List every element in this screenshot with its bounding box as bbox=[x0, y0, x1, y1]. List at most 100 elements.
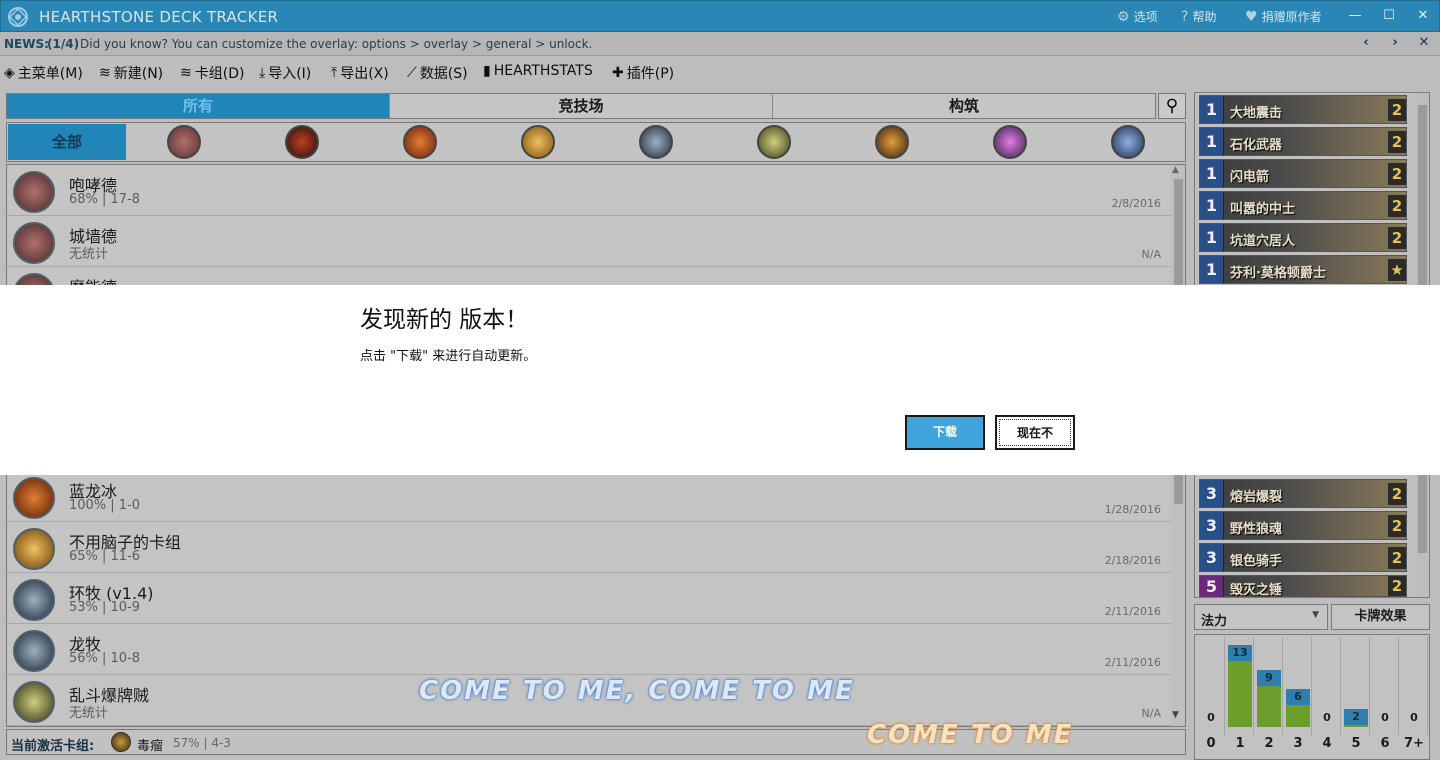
class-druid-icon[interactable] bbox=[167, 125, 201, 159]
menu-export[interactable]: ⤒ 导出(X) bbox=[331, 63, 389, 83]
curve-x-label: 0 bbox=[1206, 736, 1216, 751]
class-filter-all[interactable]: 全部 bbox=[8, 124, 126, 160]
card-row[interactable]: 3 熔岩爆裂 2 bbox=[1199, 479, 1407, 508]
menu-import-label: 导入(I) bbox=[268, 66, 312, 82]
menu-decks[interactable]: ≋ 卡组(D) bbox=[180, 63, 244, 83]
menu-new[interactable]: ≋ 新建(N) bbox=[99, 63, 163, 83]
minimize-button[interactable]: — bbox=[1343, 5, 1367, 27]
dialog-message: 点击 "下载" 来进行自动更新。 bbox=[360, 349, 537, 364]
curve-bar-value: 0 bbox=[1381, 711, 1389, 724]
card-row[interactable]: 1 坑道穴居人 2 bbox=[1199, 223, 1407, 252]
card-count: 2 bbox=[1388, 163, 1406, 185]
title-bar: HEARTHSTONE DECK TRACKER ⚙ 选项 ? 帮助 ♥ 捐赠原… bbox=[0, 0, 1440, 32]
curve-x-label: 7+ bbox=[1404, 736, 1424, 751]
mana-select[interactable]: 法力 ▼ bbox=[1194, 604, 1328, 630]
menu-plugins[interactable]: ✚ 插件(P) bbox=[612, 63, 674, 83]
curve-bar-fill bbox=[1228, 661, 1252, 727]
card-row[interactable]: 1 石化武器 2 bbox=[1199, 127, 1407, 156]
tab-constructed[interactable]: 构筑 bbox=[773, 94, 1155, 118]
bar-chart-icon: ▮ bbox=[483, 63, 491, 79]
curve-bar-value: 6 bbox=[1286, 689, 1310, 705]
news-label: NEWS: bbox=[4, 37, 49, 51]
card-name: 芬利·莫格顿爵士 bbox=[1230, 266, 1326, 281]
news-close-button[interactable]: ✕ bbox=[1414, 35, 1434, 53]
news-next-button[interactable]: › bbox=[1385, 35, 1405, 53]
search-button[interactable]: ⚲ bbox=[1158, 93, 1186, 119]
deck-class-icon bbox=[13, 579, 55, 621]
deck-stat: 100% | 1-0 bbox=[69, 498, 141, 513]
class-warrior-icon[interactable] bbox=[1111, 125, 1145, 159]
active-deck-label: 当前激活卡组: bbox=[11, 739, 95, 754]
curve-bar-value: 13 bbox=[1228, 645, 1252, 661]
maximize-button[interactable]: ☐ bbox=[1377, 5, 1401, 27]
curve-x-label: 6 bbox=[1380, 736, 1390, 751]
deck-date: 2/8/2016 bbox=[1111, 197, 1161, 210]
card-count: 2 bbox=[1388, 483, 1406, 505]
list-item[interactable]: 不用脑子的卡组 65% | 11-6 2/18/2016 bbox=[7, 522, 1171, 573]
help-button[interactable]: ? 帮助 bbox=[1181, 8, 1216, 25]
list-item[interactable]: 城墙德 无统计 N/A bbox=[7, 216, 1171, 267]
card-name: 野性狼魂 bbox=[1230, 522, 1283, 537]
curve-bar-value: 0 bbox=[1410, 711, 1418, 724]
cube-icon: ◈ bbox=[4, 65, 15, 81]
menu-import[interactable]: ⤓ 导入(I) bbox=[259, 63, 311, 83]
scroll-up-icon[interactable]: ▲ bbox=[1172, 165, 1179, 175]
donate-button[interactable]: ♥ 捐赠原作者 bbox=[1245, 8, 1322, 25]
card-row[interactable]: 3 野性狼魂 2 bbox=[1199, 511, 1407, 540]
menu-new-label: 新建(N) bbox=[113, 66, 164, 82]
class-mage-icon[interactable] bbox=[403, 125, 437, 159]
card-row[interactable]: 1 闪电箭 2 bbox=[1199, 159, 1407, 188]
card-cost: 3 bbox=[1200, 512, 1224, 539]
card-name: 大地震击 bbox=[1230, 106, 1283, 121]
download-button[interactable]: 下载 bbox=[905, 415, 985, 450]
card-row[interactable]: 1 大地震击 2 bbox=[1199, 95, 1407, 124]
mana-select-value: 法力 bbox=[1201, 614, 1228, 629]
options-button[interactable]: ⚙ 选项 bbox=[1117, 8, 1158, 25]
tab-all[interactable]: 所有 bbox=[7, 94, 390, 118]
curve-bar-fill bbox=[1257, 686, 1281, 727]
active-deck-stat: 57% | 4-3 bbox=[173, 736, 231, 750]
class-rogue-icon[interactable] bbox=[757, 125, 791, 159]
class-shaman-icon[interactable] bbox=[875, 125, 909, 159]
deck-date: 2/11/2016 bbox=[1104, 605, 1161, 618]
card-row[interactable]: 1 叫嚣的中士 2 bbox=[1199, 191, 1407, 220]
card-effects-button[interactable]: 卡牌效果 bbox=[1331, 604, 1430, 630]
list-item[interactable]: 龙牧 56% | 10-8 2/11/2016 bbox=[7, 624, 1171, 675]
menu-main[interactable]: ◈ 主菜单(M) bbox=[4, 63, 83, 83]
overlay-caption-2: COME TO ME bbox=[867, 720, 1074, 750]
deck-class-icon bbox=[13, 528, 55, 570]
donate-label: 捐赠原作者 bbox=[1261, 10, 1322, 24]
card-name: 毁灭之锤 bbox=[1230, 583, 1283, 598]
card-row[interactable]: 3 银色骑手 2 bbox=[1199, 543, 1407, 572]
card-cost: 1 bbox=[1200, 128, 1224, 155]
close-button[interactable]: ✕ bbox=[1411, 5, 1435, 27]
class-paladin-icon[interactable] bbox=[521, 125, 555, 159]
curve-bar-value: 0 bbox=[1207, 711, 1215, 724]
card-row[interactable]: 5 毁灭之锤 2 bbox=[1199, 575, 1407, 598]
card-row[interactable]: 1 芬利·莫格顿爵士 ★ bbox=[1199, 255, 1407, 284]
class-priest-icon[interactable] bbox=[639, 125, 673, 159]
list-item[interactable]: 环牧 (v1.4) 53% | 10-9 2/11/2016 bbox=[7, 573, 1171, 624]
menu-main-label: 主菜单(M) bbox=[17, 66, 83, 82]
news-prev-button[interactable]: ‹ bbox=[1356, 35, 1376, 53]
card-cost: 5 bbox=[1200, 576, 1224, 597]
deck-stat: 68% | 17-8 bbox=[69, 192, 141, 207]
list-item[interactable]: 蓝龙冰 100% | 1-0 1/28/2016 bbox=[7, 471, 1171, 522]
card-count: 2 bbox=[1388, 227, 1406, 249]
deck-stat: 无统计 bbox=[69, 247, 109, 262]
scroll-down-icon[interactable]: ▼ bbox=[1172, 710, 1179, 720]
deck-date: 2/18/2016 bbox=[1104, 554, 1161, 567]
not-now-button[interactable]: 现在不 bbox=[995, 415, 1075, 450]
menu-stats[interactable]: ⟋ 数据(S) bbox=[407, 63, 468, 83]
tab-arena[interactable]: 竞技场 bbox=[390, 94, 773, 118]
curve-x-label: 5 bbox=[1351, 736, 1361, 751]
app-logo-icon bbox=[8, 7, 28, 27]
class-warlock-icon[interactable] bbox=[993, 125, 1027, 159]
list-item[interactable]: 咆哮德 68% | 17-8 2/8/2016 bbox=[7, 165, 1171, 216]
deck-class-icon bbox=[13, 477, 55, 519]
menu-hearthstats[interactable]: ▮ HEARTHSTATS bbox=[483, 63, 593, 79]
class-hunter-icon[interactable] bbox=[285, 125, 319, 159]
card-cost: 1 bbox=[1200, 96, 1224, 123]
menu-bar: ◈ 主菜单(M) ≋ 新建(N) ≋ 卡组(D) ⤓ 导入(I) ⤒ 导出(X) ⟋ 数据(… bbox=[0, 57, 1440, 87]
active-deck-name[interactable]: 毒瘤 bbox=[137, 735, 163, 754]
